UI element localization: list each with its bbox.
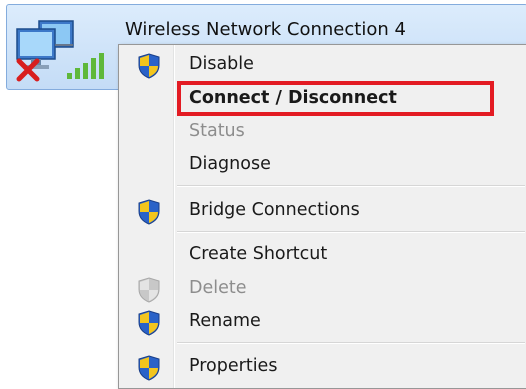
uac-shield-icon	[137, 53, 161, 83]
uac-shield-icon	[137, 310, 161, 340]
menu-item-label: Bridge Connections	[189, 200, 360, 220]
menu-item-properties[interactable]: Properties	[119, 352, 526, 382]
menu-separator	[177, 342, 525, 344]
menu-item-create-shortcut[interactable]: Create Shortcut	[119, 240, 526, 270]
uac-shield-icon	[137, 277, 161, 307]
menu-item-label: Delete	[189, 278, 247, 298]
menu-item-label: Rename	[189, 311, 261, 331]
uac-shield-icon	[137, 199, 161, 229]
menu-item-label: Status	[189, 121, 245, 141]
menu-item-diagnose[interactable]: Diagnose	[119, 150, 526, 180]
menu-item-label: Disable	[189, 54, 254, 74]
menu-item-disable[interactable]: Disable	[119, 50, 526, 80]
menu-item-label: Diagnose	[189, 154, 271, 174]
highlight-annotation-box	[177, 81, 494, 116]
menu-item-status: Status	[119, 117, 526, 147]
connection-name: Wireless Network Connection 4	[125, 19, 406, 40]
menu-item-delete: Delete	[119, 274, 526, 304]
menu-item-rename[interactable]: Rename	[119, 307, 526, 337]
uac-shield-icon	[137, 355, 161, 385]
menu-item-label: Create Shortcut	[189, 244, 328, 264]
menu-item-bridge-connections[interactable]: Bridge Connections	[119, 196, 526, 226]
disconnected-x-icon	[15, 57, 41, 87]
menu-item-label: Properties	[189, 356, 278, 376]
menu-separator	[177, 231, 525, 233]
menu-separator	[177, 185, 525, 187]
signal-bars-icon	[65, 51, 109, 85]
